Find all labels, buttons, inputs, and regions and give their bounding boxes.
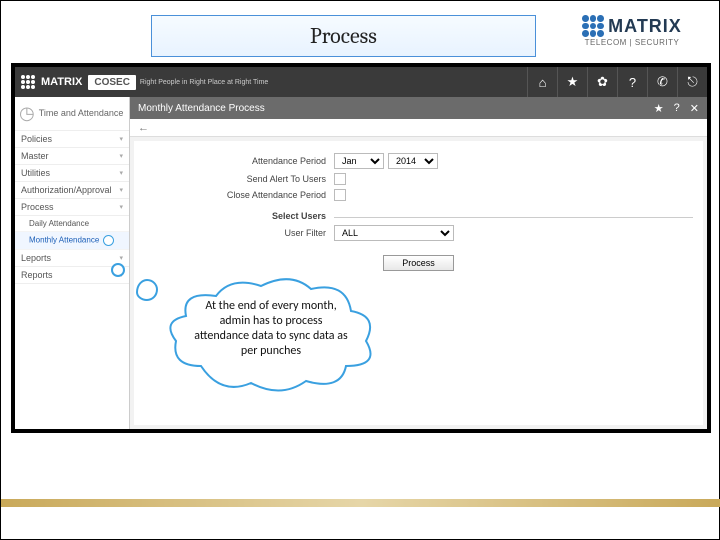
app-header: MATRIX COSEC Right People in Right Place…	[15, 67, 707, 97]
annotation-bubble-medium	[136, 279, 158, 301]
chevron-down-icon: ▾	[119, 169, 123, 177]
sidebar-sub-monthly[interactable]: Monthly Attendance	[15, 232, 129, 250]
back-bar[interactable]: ←	[130, 119, 707, 137]
brand-dots-icon	[21, 75, 35, 89]
send-alert-label: Send Alert To Users	[144, 174, 334, 184]
pointer-bubble-icon	[103, 235, 114, 246]
module-title: Time and Attendance	[39, 109, 124, 119]
logout-icon[interactable]: ⎋	[677, 67, 707, 97]
sidebar-item-label: Daily Attendance	[29, 219, 89, 228]
help-icon[interactable]: ?	[674, 102, 680, 115]
attendance-period-label: Attendance Period	[144, 156, 334, 166]
star-icon[interactable]: ★	[654, 102, 664, 115]
app-logo: MATRIX	[21, 75, 82, 89]
clock-icon: ◷	[19, 103, 35, 124]
help-icon[interactable]: ?	[617, 67, 647, 97]
sidebar-item-utilities[interactable]: Utilities ▾	[15, 165, 129, 182]
sidebar: ◷ Time and Attendance Policies▾ Master▾ …	[15, 97, 130, 429]
slide-title: Process	[151, 15, 536, 57]
chevron-down-icon: ▾	[119, 186, 123, 194]
home-icon[interactable]: ⌂	[527, 67, 557, 97]
close-period-label: Close Attendance Period	[144, 190, 334, 200]
sidebar-item-master[interactable]: Master ▾	[15, 148, 129, 165]
sidebar-item-label: Leports	[21, 253, 51, 263]
brand-name: MATRIX	[608, 16, 682, 37]
sidebar-item-label: Utilities	[21, 168, 50, 178]
brand-dots-icon	[582, 15, 604, 37]
star-icon[interactable]: ★	[557, 67, 587, 97]
year-select[interactable]: 2014	[388, 153, 438, 169]
send-alert-checkbox[interactable]	[334, 173, 346, 185]
close-icon[interactable]: ✕	[690, 102, 699, 115]
app-tagline: Right People in Right Place at Right Tim…	[140, 79, 268, 86]
annotation-cloud: At the end of every month, admin has to …	[161, 271, 381, 401]
app-name: MATRIX	[41, 76, 82, 88]
slide: Process MATRIX TELECOM | SECURITY MATRIX…	[0, 0, 720, 540]
brand-subtitle: TELECOM | SECURITY	[585, 38, 680, 47]
close-period-checkbox[interactable]	[334, 189, 346, 201]
annotation-bubble-small	[111, 263, 125, 277]
sidebar-item-label: Master	[21, 151, 49, 161]
sidebar-sub-daily[interactable]: Daily Attendance	[15, 216, 129, 232]
sidebar-item-label: Monthly Attendance	[29, 236, 99, 245]
chevron-down-icon: ▾	[119, 254, 123, 262]
chevron-down-icon: ▾	[119, 203, 123, 211]
app-product: COSEC	[88, 75, 136, 90]
content-title: Monthly Attendance Process	[138, 103, 265, 114]
sidebar-item-label: Reports	[21, 270, 53, 280]
sidebar-item-process[interactable]: Process ▾	[15, 199, 129, 216]
sidebar-item-policies[interactable]: Policies ▾	[15, 131, 129, 148]
sidebar-module[interactable]: ◷ Time and Attendance	[15, 97, 129, 131]
sidebar-item-authorization[interactable]: Authorization/Approval ▾	[15, 182, 129, 199]
bottom-decor-stripe	[1, 499, 720, 507]
chevron-down-icon: ▾	[119, 135, 123, 143]
brand-logo: MATRIX TELECOM | SECURITY	[557, 15, 707, 55]
content-title-bar: Monthly Attendance Process ★ ? ✕	[130, 97, 707, 119]
user-filter-label: User Filter	[144, 228, 334, 238]
divider	[334, 217, 693, 218]
sidebar-item-label: Process	[21, 202, 54, 212]
phone-icon[interactable]: ✆	[647, 67, 677, 97]
select-users-section: Select Users	[144, 211, 334, 221]
annotation-text: At the end of every month, admin has to …	[191, 299, 351, 359]
gear-icon[interactable]: ✿	[587, 67, 617, 97]
sidebar-item-label: Policies	[21, 134, 52, 144]
chevron-down-icon: ▾	[119, 152, 123, 160]
process-button[interactable]: Process	[383, 255, 454, 271]
user-filter-select[interactable]: ALL	[334, 225, 454, 241]
month-select[interactable]: Jan	[334, 153, 384, 169]
sidebar-item-label: Authorization/Approval	[21, 185, 112, 195]
